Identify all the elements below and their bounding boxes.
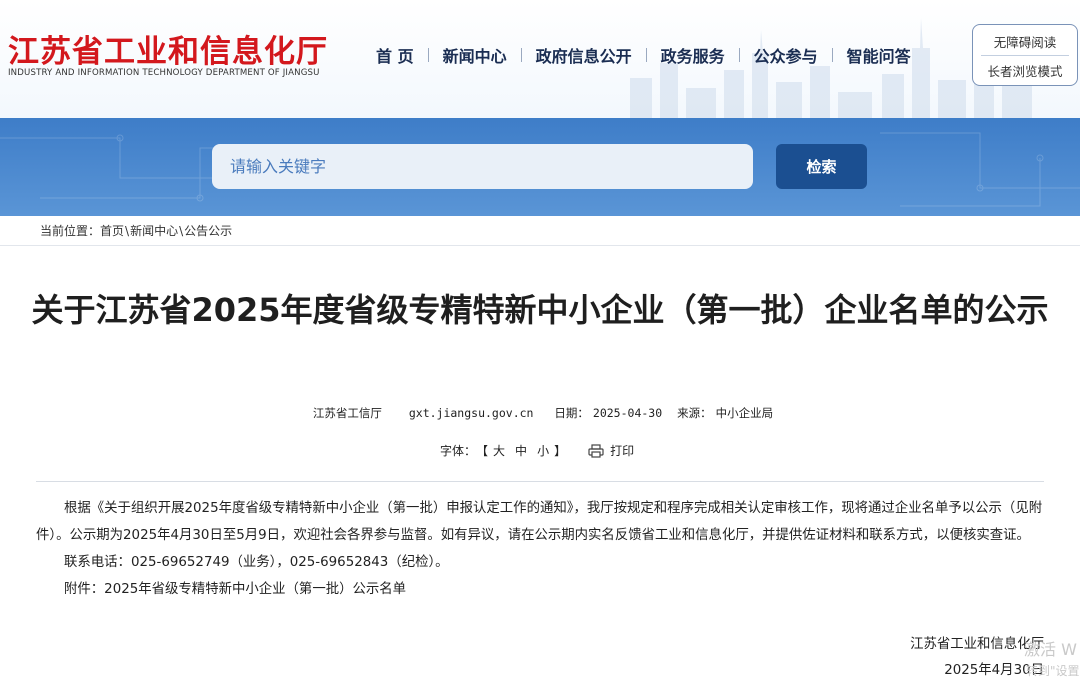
print-label: 打印 (610, 444, 635, 458)
font-large-button[interactable]: 大 (493, 442, 505, 459)
print-button[interactable]: 打印 (588, 442, 634, 459)
font-bracket-open: 【 (476, 444, 489, 458)
site-header: 江苏省工业和信息化厅 INDUSTRY AND INFORMATION TECH… (0, 0, 1080, 118)
article-paragraph: 根据《关于组织开展2025年度省级专精特新中小企业（第一批）申报认定工作的通知》… (36, 501, 1043, 543)
breadcrumb-prefix: 当前位置： (40, 224, 101, 238)
search-button[interactable]: 检索 (776, 144, 867, 189)
os-activation-watermark: 激活 W (1024, 640, 1077, 659)
article-domain: gxt.jiangsu.gov.cn (408, 406, 534, 420)
font-small-button[interactable]: 小 (537, 442, 549, 459)
site-logo-title[interactable]: 江苏省工业和信息化厅 (8, 26, 328, 71)
article-source-value: 中小企业局 (715, 406, 774, 420)
breadcrumb-separator: \ (125, 223, 130, 238)
article-body: 根据《关于组织开展2025年度省级专精特新中小企业（第一批）申报认定工作的通知》… (36, 495, 1044, 603)
search-banner: 检索 (0, 118, 1080, 216)
breadcrumb-separator: \ (179, 223, 184, 238)
article-date-label: 日期： (554, 406, 589, 420)
nav-gov-info-disclosure[interactable]: 政府信息公开 (522, 43, 646, 67)
article-title: 关于江苏省2025年度省级专精特新中小企业（第一批）企业名单的公示 (31, 291, 1049, 329)
font-bracket-close: 】 (554, 444, 567, 458)
article-tools: 字体： 【 大 中 小 】 打印 (440, 442, 634, 459)
accessibility-divider (981, 55, 1069, 56)
article-source: 来源： 中小企业局 (675, 406, 775, 420)
nav-gov-services[interactable]: 政务服务 (647, 43, 739, 67)
font-size-label: 字体： (440, 444, 477, 458)
printer-icon (588, 443, 604, 458)
os-activation-watermark-hint: 转到"设置 (1026, 664, 1080, 678)
article-date: 日期： 2025-04-30 (552, 406, 664, 420)
breadcrumb-announcements[interactable]: 公告公示 (184, 222, 232, 239)
article-date-value: 2025-04-30 (592, 406, 663, 420)
search-input[interactable] (212, 144, 753, 189)
article-divider (36, 481, 1044, 482)
nav-news-center[interactable]: 新闻中心 (429, 43, 521, 67)
nav-public-participation[interactable]: 公众参与 (740, 43, 832, 67)
article-contact: 联系电话：025-69652749（业务），025-69652843（纪检）。 (64, 555, 449, 570)
accessibility-panel: 无障碍阅读 长者浏览模式 (972, 24, 1078, 86)
article-attachment-link[interactable]: 附件：2025年省级专精特新中小企业（第一批）公示名单 (36, 576, 1044, 603)
article-meta: 江苏省工信厅 gxt.jiangsu.gov.cn 日期： 2025-04-30 … (0, 405, 1080, 421)
signature-date: 2025年4月30日 (944, 663, 1044, 678)
article-publisher: 江苏省工信厅 (312, 406, 382, 420)
nav-home[interactable]: 首 页 (362, 43, 428, 67)
breadcrumb-home[interactable]: 首页 (100, 222, 124, 239)
main-nav: 首 页 新闻中心 政府信息公开 政务服务 公众参与 智能问答 (362, 43, 925, 67)
site-logo-subtitle: INDUSTRY AND INFORMATION TECHNOLOGY DEPA… (8, 68, 320, 78)
breadcrumb-news-center[interactable]: 新闻中心 (130, 222, 178, 239)
elder-mode-button[interactable]: 长者浏览模式 (973, 61, 1077, 80)
article-source-label: 来源： (677, 406, 712, 420)
barrier-free-reading-button[interactable]: 无障碍阅读 (973, 32, 1077, 51)
font-medium-button[interactable]: 中 (515, 442, 527, 459)
nav-smart-qa[interactable]: 智能问答 (833, 43, 925, 67)
breadcrumb: 当前位置： 首页 \ 新闻中心 \ 公告公示 (0, 216, 1080, 246)
